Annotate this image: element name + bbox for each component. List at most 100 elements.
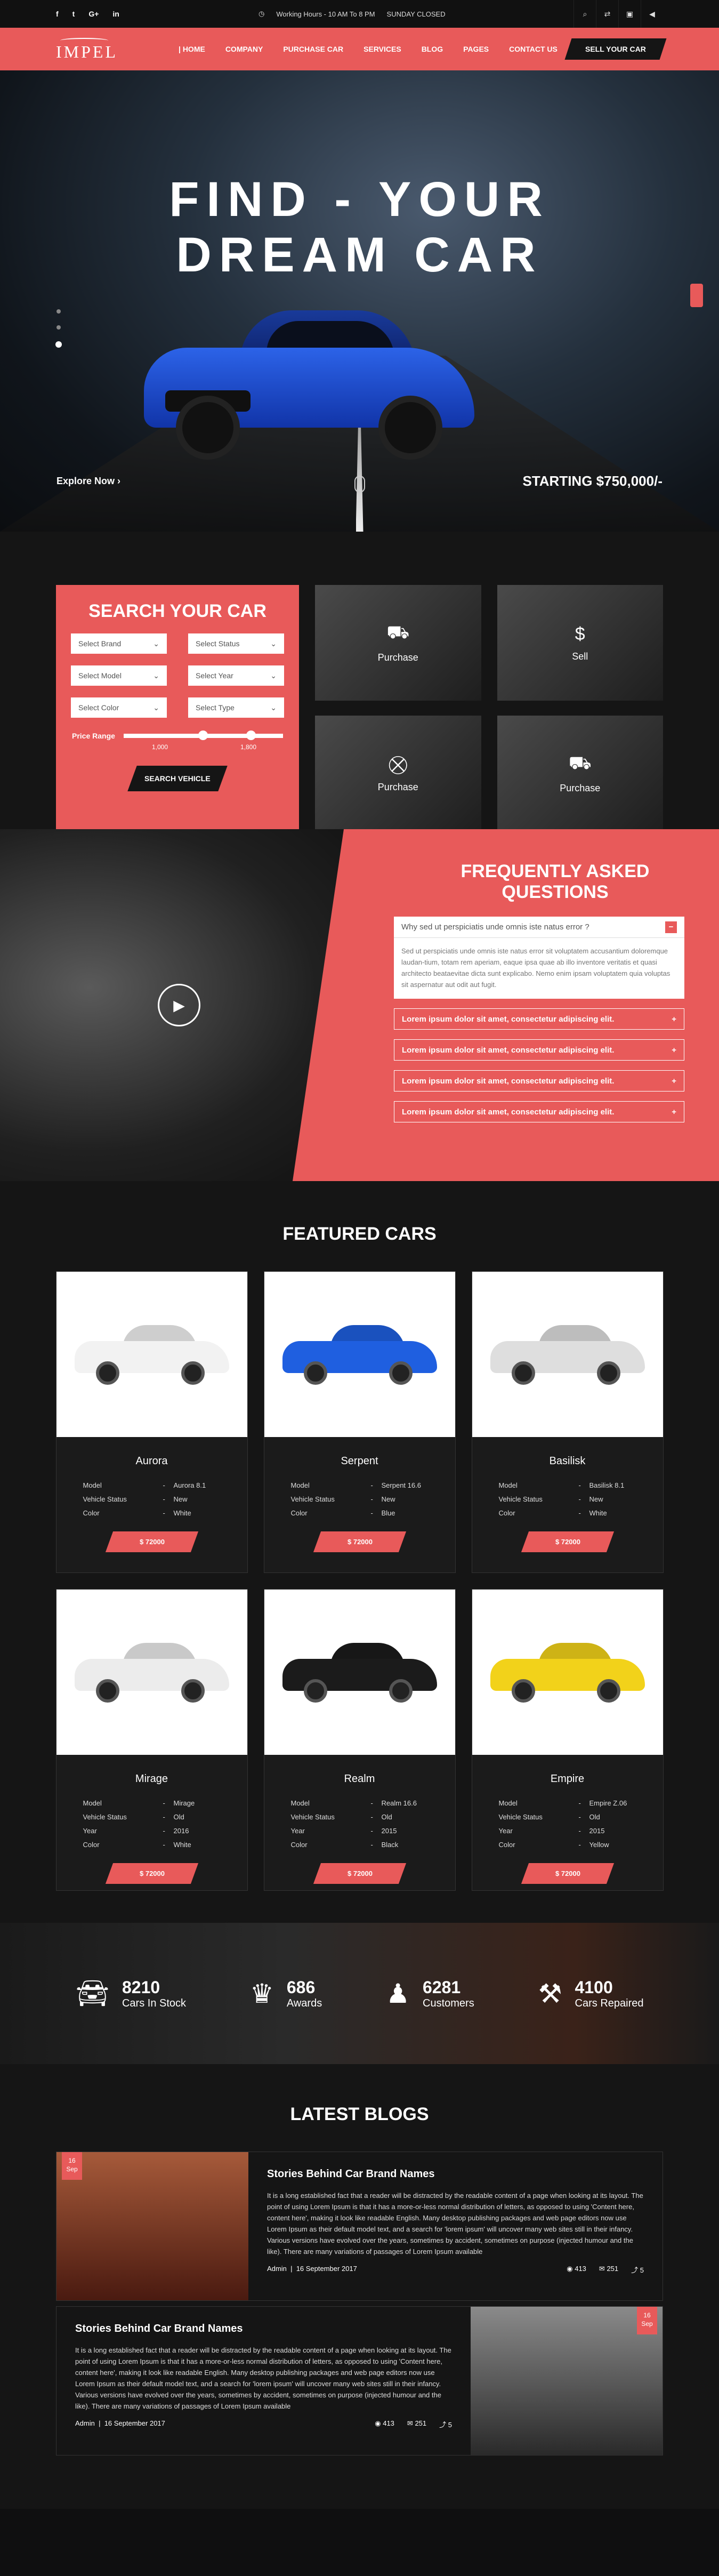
- search-selects: Select Brand ⌄ Select Status ⌄ Select Mode…: [71, 633, 284, 718]
- main-nav: IMPEL HOME COMPANY PURCHASE CAR SERVICES…: [0, 28, 719, 70]
- select-year[interactable]: Select Year ⌄: [188, 665, 284, 686]
- stat-cars-repaired: ⚒ 4100 Cars Repaired: [538, 1977, 644, 2009]
- car-name[interactable]: Mirage: [56, 1773, 247, 1785]
- latest-blogs: LATEST BLOGS 16 Sep Stories Behind Car Br…: [0, 2064, 719, 2477]
- minus-icon[interactable]: −: [665, 921, 677, 933]
- google-plus-icon[interactable]: G+: [88, 10, 99, 18]
- select-brand[interactable]: Select Brand ⌄: [71, 633, 167, 654]
- car-price-button[interactable]: $ 72000: [313, 1531, 406, 1552]
- money-bag-icon: $: [575, 623, 585, 644]
- purchase-icon: ⛟: [568, 753, 592, 773]
- search-vehicle-button[interactable]: SEARCH VEHICLE: [127, 766, 228, 791]
- car-card[interactable]: Empire Model - Empire Z.06 Vehicle Status -…: [471, 1589, 664, 1891]
- car-image[interactable]: [264, 1272, 455, 1437]
- nav-purchase-car[interactable]: PURCHASE CAR: [283, 45, 343, 53]
- car-image[interactable]: [264, 1590, 455, 1755]
- side-widget-icon[interactable]: [690, 284, 703, 307]
- nav-company[interactable]: COMPANY: [225, 45, 263, 53]
- service-purchase-3[interactable]: ⛟ Purchase: [497, 716, 663, 831]
- price-range-slider[interactable]: [123, 731, 283, 740]
- chevron-down-icon: ⌄: [270, 671, 277, 680]
- chevron-down-icon: ⌄: [270, 639, 277, 648]
- faq-item[interactable]: Lorem ipsum dolor sit amet, consectetur …: [394, 1101, 684, 1122]
- range-handle-max[interactable]: [246, 731, 256, 740]
- slider-dot-active[interactable]: [55, 341, 62, 348]
- service-sell[interactable]: $ Sell: [497, 585, 663, 701]
- faq-item[interactable]: Lorem ipsum dolor sit amet, consectetur …: [394, 1070, 684, 1092]
- nav-pages[interactable]: PAGES: [463, 45, 489, 53]
- share-icon[interactable]: ⤴ 5: [439, 2419, 452, 2429]
- blog-meta: Admin | 16 September 2017 ◉ 413 ✉ 251 ⤴ 5: [267, 2265, 644, 2275]
- blog-post[interactable]: Stories Behind Car Brand Names It is a l…: [56, 2306, 663, 2455]
- faq-question[interactable]: Why sed ut perspiciatis unde omnis iste …: [394, 917, 684, 938]
- blog-excerpt: It is a long established fact that a rea…: [75, 2346, 451, 2410]
- car-illustration: [74, 1643, 229, 1703]
- select-status[interactable]: Select Status ⌄: [188, 633, 284, 654]
- hero-title: FIND - YOUR DREAM CAR: [0, 172, 719, 283]
- nav-blog[interactable]: BLOG: [422, 45, 443, 53]
- car-card[interactable]: Aurora Model - Aurora 8.1 Vehicle Status - N…: [55, 1271, 248, 1573]
- car-price-button[interactable]: $ 72000: [313, 1863, 406, 1884]
- faq-answer: Sed ut perspiciatis unde omnis iste natu…: [401, 947, 670, 989]
- social-links: f t G+ in: [56, 10, 258, 18]
- blog-image: 16 Sep: [56, 2152, 248, 2300]
- car-name[interactable]: Serpent: [264, 1455, 455, 1467]
- search-icon[interactable]: ⌕: [573, 0, 596, 28]
- logo[interactable]: IMPEL: [56, 38, 173, 60]
- blogs-title: LATEST BLOGS: [290, 2104, 429, 2124]
- twitter-icon[interactable]: t: [72, 10, 75, 18]
- scroll-mouse-icon[interactable]: [354, 476, 365, 493]
- car-name[interactable]: Basilisk: [472, 1455, 663, 1467]
- car-price-button[interactable]: $ 72000: [105, 1863, 198, 1884]
- car-name[interactable]: Aurora: [56, 1455, 247, 1467]
- blog-title[interactable]: Stories Behind Car Brand Names: [267, 2168, 644, 2180]
- nav-contact[interactable]: CONTACT US: [509, 45, 558, 53]
- car-illustration: [74, 1325, 229, 1385]
- car-image[interactable]: [56, 1272, 247, 1437]
- select-color[interactable]: Select Color ⌄: [71, 697, 167, 718]
- blog-meta: Admin | 16 September 2017 ◉ 413 ✉ 251 ⤴ 5: [75, 2419, 452, 2429]
- car-name[interactable]: Realm: [264, 1773, 455, 1785]
- explore-now-link[interactable]: Explore Now ›: [56, 476, 120, 487]
- faq-item[interactable]: Lorem ipsum dolor sit amet, consectetur …: [394, 1008, 684, 1030]
- car-card[interactable]: Serpent Model - Serpent 16.6 Vehicle Statu…: [263, 1271, 456, 1573]
- topbar: f t G+ in ◷ Working Hours - 10 AM To 8 P…: [0, 0, 719, 28]
- car-card[interactable]: Basilisk Model - Basilisk 8.1 Vehicle Stat…: [471, 1271, 664, 1573]
- car-specs: Model - Aurora 8.1 Vehicle Status - New Color…: [83, 1481, 206, 1517]
- nav-services[interactable]: SERVICES: [363, 45, 401, 53]
- car-price-button[interactable]: $ 72000: [521, 1863, 614, 1884]
- logo-text: IMPEL: [56, 42, 118, 61]
- service-purchase-2[interactable]: ⛒ Purchase: [315, 716, 481, 831]
- cart-icon[interactable]: ▣: [618, 0, 641, 28]
- car-image[interactable]: [472, 1590, 663, 1755]
- facebook-icon[interactable]: f: [56, 10, 59, 18]
- car-image[interactable]: [56, 1590, 247, 1755]
- car-specs: Model - Serpent 16.6 Vehicle Status - New Col…: [290, 1481, 421, 1517]
- sell-your-car-button[interactable]: SELL YOUR CAR: [564, 38, 667, 60]
- slider-dot[interactable]: [56, 325, 61, 330]
- compare-icon[interactable]: ⇄: [596, 0, 618, 28]
- play-icon[interactable]: ▶: [158, 984, 200, 1026]
- stats-bar: 🚘︎ 8210 Cars In Stock ♛ 686 Awards ♟ 6281 C…: [0, 1923, 719, 2064]
- car-card[interactable]: Realm Model - Realm 16.6 Vehicle Status - Ol…: [263, 1589, 456, 1891]
- select-model[interactable]: Select Model ⌄: [71, 665, 167, 686]
- volume-icon[interactable]: ◀: [641, 0, 663, 28]
- blog-title[interactable]: Stories Behind Car Brand Names: [75, 2323, 452, 2335]
- slider-dot[interactable]: [56, 309, 61, 314]
- car-name[interactable]: Empire: [472, 1773, 663, 1785]
- car-card[interactable]: Mirage Model - Mirage Vehicle Status - Old Ye…: [55, 1589, 248, 1891]
- select-type[interactable]: Select Type ⌄: [188, 697, 284, 718]
- car-price-button[interactable]: $ 72000: [105, 1531, 198, 1552]
- faq-title: FREQUENTLY ASKED QUESTIONS: [461, 861, 650, 902]
- service-purchase[interactable]: ⛟ Purchase: [315, 585, 481, 701]
- faq-item[interactable]: Lorem ipsum dolor sit amet, consectetur …: [394, 1039, 684, 1061]
- trophy-icon: ♛: [250, 1978, 274, 2009]
- share-icon[interactable]: ⤴ 5: [631, 2265, 644, 2275]
- linkedin-icon[interactable]: in: [112, 10, 119, 18]
- car-price-button[interactable]: $ 72000: [521, 1531, 614, 1552]
- range-values: 1,000 1,800: [72, 740, 283, 751]
- nav-home[interactable]: HOME: [179, 45, 205, 53]
- car-image[interactable]: [472, 1272, 663, 1437]
- blog-post[interactable]: 16 Sep Stories Behind Car Brand Names It …: [56, 2152, 663, 2301]
- range-handle-min[interactable]: [198, 731, 208, 740]
